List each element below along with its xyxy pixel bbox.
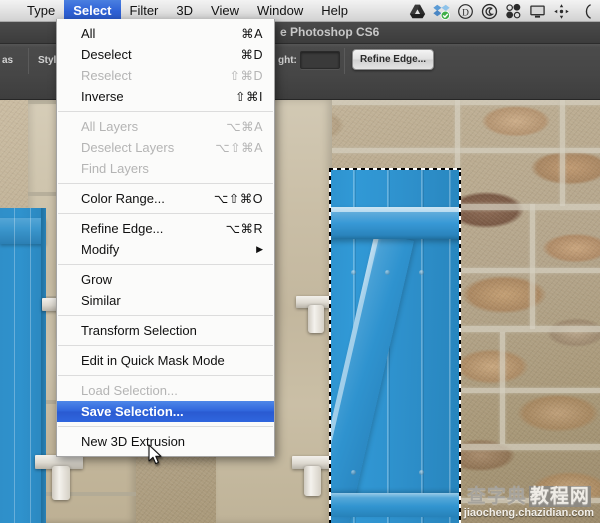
menu-item-shortcut: ⌘A bbox=[241, 27, 263, 41]
menu-item-new-3d-extrusion[interactable]: New 3D Extrusion bbox=[57, 431, 274, 452]
site-watermark: 查字典 教程网 jiaocheng.chazidian.com bbox=[463, 486, 594, 519]
menu-item-edit-in-quick-mask-mode[interactable]: Edit in Quick Mask Mode bbox=[57, 350, 274, 371]
menu-item-shortcut: ⌥⌘A bbox=[226, 120, 263, 134]
google-drive-icon[interactable] bbox=[409, 3, 426, 20]
menu-item-label: Inverse bbox=[81, 89, 124, 104]
menu-item-transform-selection[interactable]: Transform Selection bbox=[57, 320, 274, 341]
antialias-label: as bbox=[2, 55, 14, 66]
menu-item-label: Deselect Layers bbox=[81, 140, 175, 155]
spotlight-icon[interactable] bbox=[577, 3, 594, 20]
left-shutter bbox=[0, 208, 46, 523]
menu-separator bbox=[58, 345, 273, 346]
menu-item-shortcut: ⌥⇧⌘A bbox=[215, 141, 263, 155]
dropbox-sync-icon[interactable] bbox=[433, 3, 450, 20]
move-arrows-icon[interactable] bbox=[553, 3, 570, 20]
menu-item-shortcut: ⇧⌘D bbox=[229, 69, 263, 83]
menu-item-all[interactable]: All ⌘A bbox=[57, 23, 274, 44]
menubar-item-label: Window bbox=[256, 3, 304, 18]
menu-item-label: All Layers bbox=[81, 119, 139, 134]
menu-item-label: Modify bbox=[81, 242, 120, 257]
menu-separator bbox=[58, 264, 273, 265]
menubar-item-label: 3D bbox=[176, 3, 194, 18]
svg-text:D: D bbox=[462, 8, 469, 18]
menu-item-label: Load Selection... bbox=[81, 383, 178, 398]
menubar-item-label: Type bbox=[27, 3, 56, 18]
menu-item-shortcut: ⌥⇧⌘O bbox=[213, 192, 263, 206]
door-hinge-pin bbox=[308, 305, 324, 333]
menubar-item-label: Help bbox=[321, 3, 348, 18]
submenu-arrow-icon: ▶ bbox=[256, 244, 263, 254]
watermark-url: jiaocheng.chazidian.com bbox=[463, 507, 594, 519]
options-divider bbox=[344, 48, 345, 74]
menu-item-label: Refine Edge... bbox=[81, 221, 164, 236]
menu-item-deselect[interactable]: Deselect ⌘D bbox=[57, 44, 274, 65]
menu-item-shortcut: ⌘D bbox=[240, 48, 263, 62]
menu-item-label: Color Range... bbox=[81, 191, 165, 206]
shutter-hinge-pin bbox=[52, 466, 70, 500]
menu-separator bbox=[58, 111, 273, 112]
menu-item-reselect: Reselect ⇧⌘D bbox=[57, 65, 274, 86]
menu-item-label: Deselect bbox=[81, 47, 132, 62]
menu-item-grow[interactable]: Grow bbox=[57, 269, 274, 290]
mortar-line bbox=[530, 204, 535, 329]
blue-door-subject[interactable] bbox=[331, 170, 459, 523]
menu-item-label: Similar bbox=[81, 293, 121, 308]
menu-item-color-range[interactable]: Color Range... ⌥⇧⌘O bbox=[57, 188, 274, 209]
select-dropdown-menu[interactable]: All ⌘A Deselect ⌘D Reselect ⇧⌘D Inverse ⇧⌘I All … bbox=[56, 19, 275, 457]
menu-item-label: Grow bbox=[81, 272, 113, 287]
menu-item-shortcut: ⇧⌘I bbox=[235, 90, 263, 104]
door-bottom-rail bbox=[331, 493, 459, 517]
menu-item-inverse[interactable]: Inverse ⇧⌘I bbox=[57, 86, 274, 107]
door-top-rail-highlight bbox=[331, 207, 459, 212]
menu-item-label: Edit in Quick Mask Mode bbox=[81, 353, 225, 368]
menu-separator bbox=[58, 426, 273, 427]
document-title: e Photoshop CS6 bbox=[280, 25, 380, 39]
menubar-item-label: Filter bbox=[129, 3, 159, 18]
menu-separator bbox=[58, 213, 273, 214]
menu-separator bbox=[58, 375, 273, 376]
menu-bar-status-icons[interactable]: D bbox=[409, 0, 598, 22]
menubar-item-label: View bbox=[211, 3, 239, 18]
creative-cloud-icon[interactable] bbox=[481, 3, 498, 20]
menu-item-find-layers: Find Layers bbox=[57, 158, 274, 179]
menu-separator bbox=[58, 315, 273, 316]
menu-item-shortcut: ⌥⌘R bbox=[225, 222, 263, 236]
dictionary-icon[interactable]: D bbox=[457, 3, 474, 20]
menu-item-label: Reselect bbox=[81, 68, 132, 83]
display-icon[interactable] bbox=[529, 3, 546, 20]
menu-item-label: Transform Selection bbox=[81, 323, 197, 338]
menu-separator bbox=[58, 183, 273, 184]
height-input[interactable] bbox=[300, 51, 340, 69]
watermark-chinese: 查字典 教程网 bbox=[466, 486, 591, 507]
bettertouchtool-icon[interactable] bbox=[505, 3, 522, 20]
menu-item-modify[interactable]: Modify ▶ bbox=[57, 239, 274, 260]
height-label: ght: bbox=[278, 55, 297, 66]
menu-item-load-selection: Load Selection... bbox=[57, 380, 274, 401]
door-hinge-pin bbox=[304, 466, 321, 496]
menubar-item-help[interactable]: Help bbox=[312, 0, 357, 22]
refine-edge-button[interactable]: Refine Edge... bbox=[352, 49, 434, 70]
mortar-line bbox=[500, 332, 505, 444]
menu-item-label: Find Layers bbox=[81, 161, 149, 176]
mortar-line bbox=[560, 100, 565, 206]
menu-item-label: All bbox=[81, 26, 96, 41]
menu-item-label: Save Selection... bbox=[81, 404, 184, 419]
menu-item-label: New 3D Extrusion bbox=[81, 434, 186, 449]
menubar-item-label: Select bbox=[73, 3, 112, 18]
menu-item-refine-edge[interactable]: Refine Edge... ⌥⌘R bbox=[57, 218, 274, 239]
menu-item-save-selection[interactable]: Save Selection... bbox=[57, 401, 274, 422]
menu-item-all-layers: All Layers ⌥⌘A bbox=[57, 116, 274, 137]
menu-item-deselect-layers: Deselect Layers ⌥⇧⌘A bbox=[57, 137, 274, 158]
menu-item-similar[interactable]: Similar bbox=[57, 290, 274, 311]
options-divider bbox=[28, 48, 29, 74]
